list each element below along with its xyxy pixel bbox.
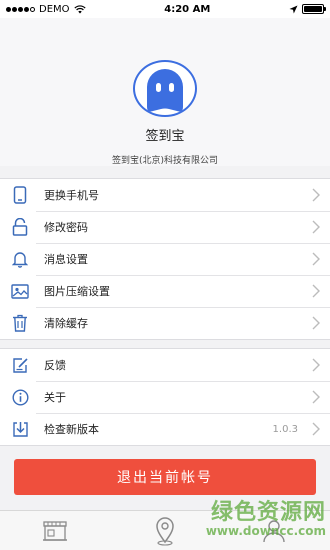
trash-icon xyxy=(0,307,40,339)
tab-location[interactable] xyxy=(135,511,195,550)
location-arrow-icon xyxy=(289,5,298,13)
avatar[interactable] xyxy=(133,60,197,117)
row-message-settings[interactable]: 消息设置 xyxy=(0,243,330,275)
bell-icon xyxy=(0,243,40,275)
row-label: 图片压缩设置 xyxy=(44,285,110,298)
chevron-right-icon xyxy=(306,390,326,404)
row-label: 清除缓存 xyxy=(44,317,88,330)
company-name: 签到宝(北京)科技有限公司 xyxy=(111,156,219,166)
row-change-password[interactable]: 修改密码 xyxy=(0,211,330,243)
row-label: 修改密码 xyxy=(44,221,88,234)
app-name: 签到宝 xyxy=(145,129,185,144)
status-right xyxy=(289,4,326,14)
profile-header: 签到宝 签到宝(北京)科技有限公司 xyxy=(0,18,330,166)
row-change-phone[interactable]: 更换手机号 xyxy=(0,179,330,211)
chevron-right-icon xyxy=(306,220,326,234)
logout-button[interactable]: 退出当前帐号 xyxy=(14,459,316,495)
chevron-right-icon xyxy=(306,422,326,436)
row-image-compress[interactable]: 图片压缩设置 xyxy=(0,275,330,307)
info-group: 反馈 关于 检查新版本 1.0.3 xyxy=(0,348,330,446)
download-icon xyxy=(0,413,40,445)
tab-store[interactable] xyxy=(25,511,85,550)
person-icon xyxy=(263,519,285,542)
status-time: 4:20 AM xyxy=(164,3,211,15)
edit-icon xyxy=(0,349,40,381)
row-about[interactable]: 关于 xyxy=(0,381,330,413)
ghost-logo-icon xyxy=(147,68,183,111)
row-label: 消息设置 xyxy=(44,253,88,266)
image-icon xyxy=(0,275,40,307)
lock-icon xyxy=(0,211,40,243)
location-icon xyxy=(156,516,174,546)
logout-section: 退出当前帐号 xyxy=(0,446,330,495)
row-label: 检查新版本 xyxy=(44,423,99,436)
tab-bar xyxy=(0,510,330,550)
version-value: 1.0.3 xyxy=(272,423,298,435)
battery-icon xyxy=(301,4,326,14)
status-bar: DEMO 4:20 AM xyxy=(0,0,330,18)
settings-group: 更换手机号 修改密码 消息设置 图片压缩设置 清除缓存 xyxy=(0,178,330,340)
row-label: 反馈 xyxy=(44,359,66,372)
info-icon xyxy=(0,381,40,413)
phone-icon xyxy=(0,179,40,211)
row-clear-cache[interactable]: 清除缓存 xyxy=(0,307,330,339)
row-label: 关于 xyxy=(44,391,66,404)
chevron-right-icon xyxy=(306,316,326,330)
row-feedback[interactable]: 反馈 xyxy=(0,349,330,381)
signal-icon xyxy=(6,6,35,12)
carrier-label: DEMO xyxy=(39,3,70,15)
chevron-right-icon xyxy=(306,358,326,372)
store-icon xyxy=(43,520,67,541)
chevron-right-icon xyxy=(306,252,326,266)
chevron-right-icon xyxy=(306,284,326,298)
chevron-right-icon xyxy=(306,188,326,202)
row-label: 更换手机号 xyxy=(44,189,99,202)
row-check-update[interactable]: 检查新版本 1.0.3 xyxy=(0,413,330,445)
tab-profile[interactable] xyxy=(245,511,305,550)
wifi-icon xyxy=(73,4,86,13)
status-left: DEMO xyxy=(6,4,86,15)
